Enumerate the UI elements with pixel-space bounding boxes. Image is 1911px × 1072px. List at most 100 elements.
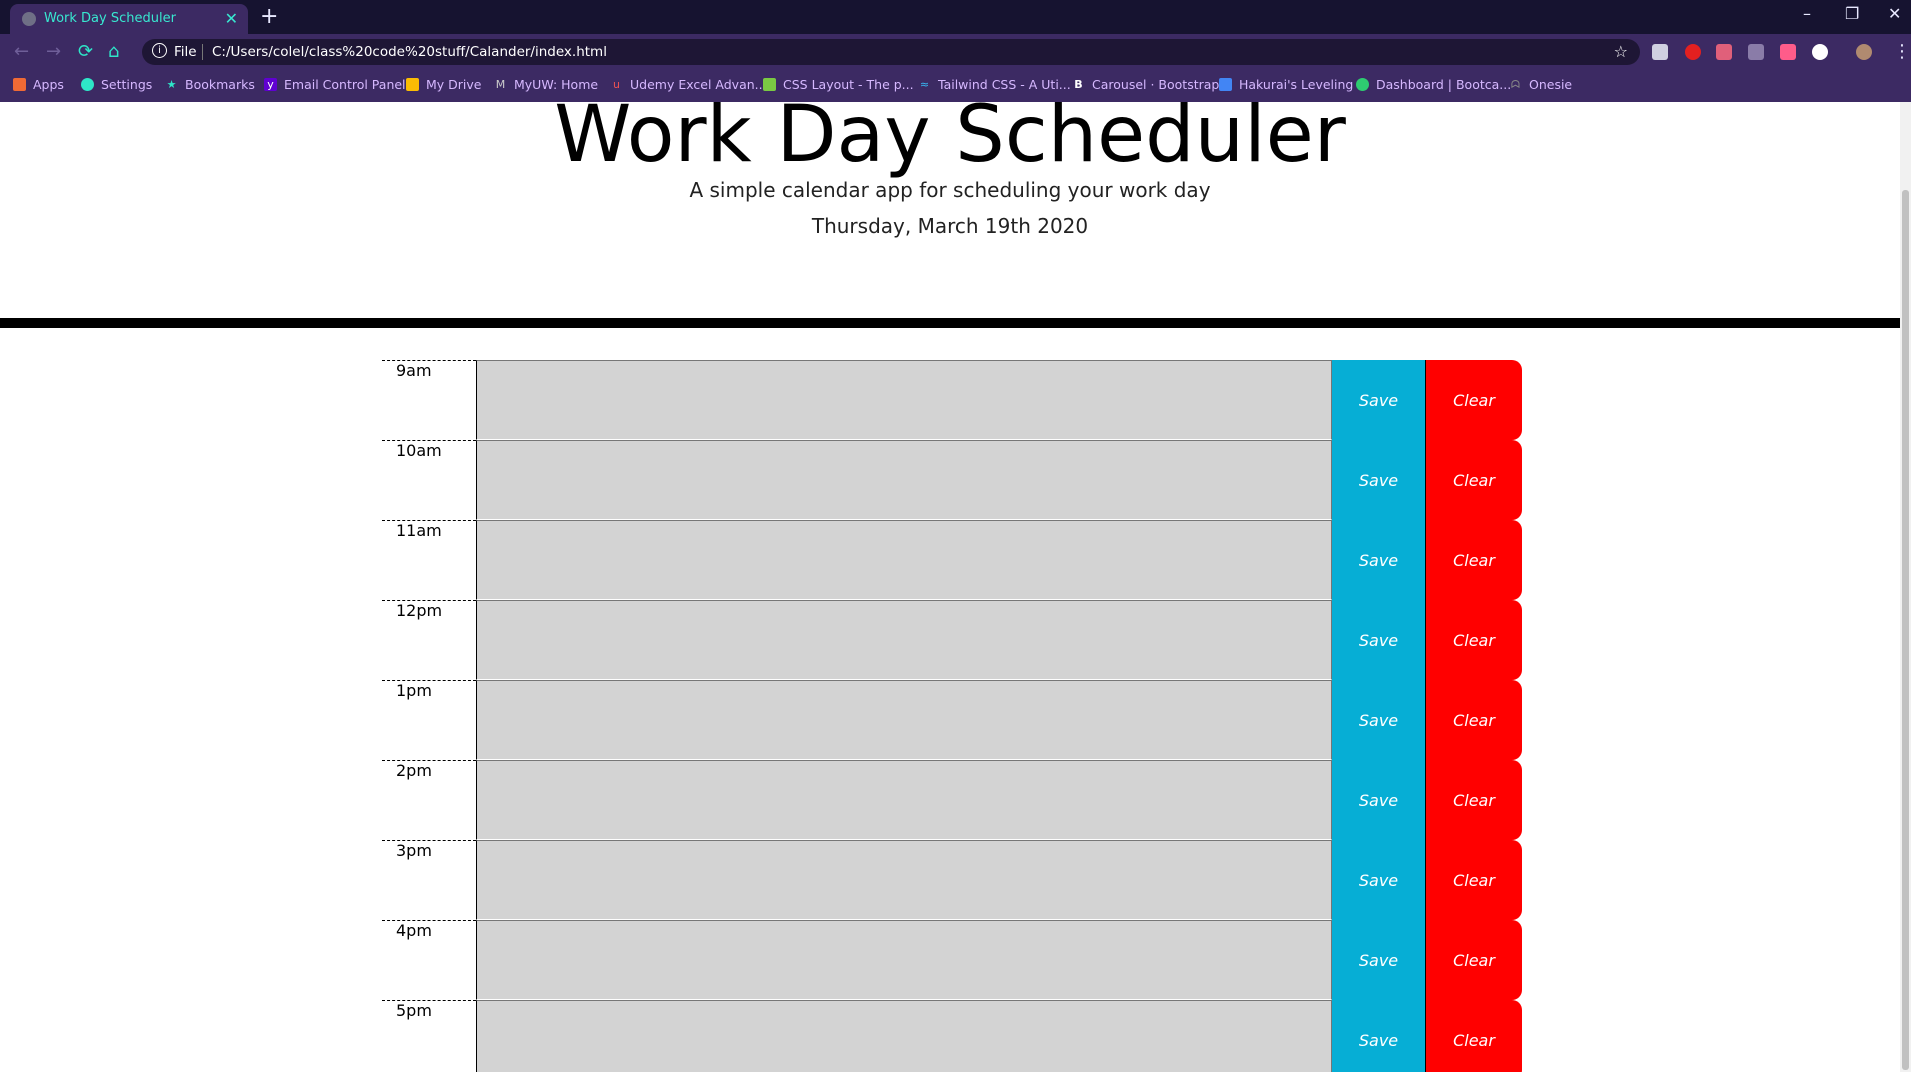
- extension-icon[interactable]: [1652, 44, 1668, 60]
- udemy-icon: u: [613, 78, 620, 91]
- forward-icon[interactable]: →: [46, 41, 61, 62]
- clear-button[interactable]: Clear: [1426, 840, 1522, 920]
- save-button[interactable]: Save: [1332, 440, 1426, 520]
- time-block-row: 12pm Save Clear: [382, 600, 1522, 680]
- browser-tab-strip: Work Day Scheduler ✕ + – ❐ ✕: [0, 0, 1911, 34]
- extension-icon[interactable]: [1812, 44, 1828, 60]
- bookmark-css-layout[interactable]: CSS Layout - The p...: [763, 77, 914, 92]
- reload-icon[interactable]: ⟳: [78, 41, 93, 62]
- back-icon[interactable]: ←: [14, 41, 29, 62]
- minimize-button[interactable]: –: [1803, 4, 1811, 23]
- new-tab-button[interactable]: +: [260, 4, 278, 29]
- clear-button[interactable]: Clear: [1426, 680, 1522, 760]
- globe-icon: [22, 12, 36, 26]
- restore-button[interactable]: ❐: [1845, 4, 1859, 23]
- extension-icon[interactable]: [1685, 44, 1701, 60]
- save-button[interactable]: Save: [1332, 360, 1426, 440]
- event-description-input[interactable]: [476, 680, 1332, 760]
- hour-label: 3pm: [382, 840, 476, 920]
- bookmark-apps[interactable]: Apps: [13, 77, 64, 92]
- bookmark-settings[interactable]: Settings: [81, 77, 152, 92]
- tab-title: Work Day Scheduler: [44, 11, 176, 26]
- time-block-row: 10am Save Clear: [382, 440, 1522, 520]
- bookmark-bookmarks[interactable]: ★ Bookmarks: [165, 77, 255, 92]
- clear-button[interactable]: Clear: [1426, 600, 1522, 680]
- info-icon[interactable]: i: [152, 43, 167, 58]
- address-bar[interactable]: i File C:/Users/colel/class%20code%20stu…: [142, 39, 1640, 65]
- clear-button[interactable]: Clear: [1426, 520, 1522, 600]
- event-description-input[interactable]: [476, 840, 1332, 920]
- bookmark-hakurais-leveling[interactable]: Hakurai's Leveling: [1219, 77, 1353, 92]
- bookmark-tailwind[interactable]: ≈ Tailwind CSS - A Uti...: [918, 77, 1071, 92]
- apps-grid-icon: [13, 78, 26, 91]
- scrollbar-thumb[interactable]: [1902, 190, 1909, 1070]
- close-window-button[interactable]: ✕: [1888, 4, 1901, 23]
- bookmark-myuw[interactable]: M MyUW: Home: [494, 77, 598, 92]
- clear-button[interactable]: Clear: [1426, 920, 1522, 1000]
- time-block-row: 11am Save Clear: [382, 520, 1522, 600]
- time-block-row: 9am Save Clear: [382, 360, 1522, 440]
- star-icon: ★: [166, 78, 177, 91]
- url-text[interactable]: C:/Users/colel/class%20code%20stuff/Cala…: [212, 44, 607, 60]
- page-viewport: Work Day Scheduler A simple calendar app…: [0, 102, 1911, 1072]
- pdf-extension-icon[interactable]: [1748, 44, 1764, 60]
- bookmark-carousel-bootstrap[interactable]: B Carousel · Bootstrap: [1072, 77, 1219, 92]
- hour-label: 5pm: [382, 1000, 476, 1072]
- save-button[interactable]: Save: [1332, 520, 1426, 600]
- save-button[interactable]: Save: [1332, 920, 1426, 1000]
- save-button[interactable]: Save: [1332, 840, 1426, 920]
- bookmark-dashboard[interactable]: Dashboard | Bootca...: [1356, 77, 1511, 92]
- gear-icon: [81, 78, 94, 91]
- menu-kebab-icon[interactable]: ⋮: [1893, 41, 1911, 62]
- save-button[interactable]: Save: [1332, 760, 1426, 840]
- page-scrollbar[interactable]: [1900, 102, 1911, 1072]
- browser-toolbar: ← → ⟳ ⌂ i File C:/Users/colel/class%20co…: [0, 34, 1911, 70]
- clear-button[interactable]: Clear: [1426, 1000, 1522, 1072]
- save-button[interactable]: Save: [1332, 600, 1426, 680]
- save-button[interactable]: Save: [1332, 680, 1426, 760]
- hour-label: 11am: [382, 520, 476, 600]
- bookmark-my-drive[interactable]: My Drive: [406, 77, 481, 92]
- bookmark-onesie[interactable]: ᗣ Onesie: [1509, 77, 1572, 92]
- clear-button[interactable]: Clear: [1426, 440, 1522, 520]
- yahoo-icon: y: [264, 78, 277, 91]
- event-description-input[interactable]: [476, 920, 1332, 1000]
- profile-avatar-icon[interactable]: [1856, 44, 1872, 60]
- url-scheme-label: File: [174, 44, 197, 60]
- event-description-input[interactable]: [476, 520, 1332, 600]
- close-tab-icon[interactable]: ✕: [225, 9, 238, 28]
- hour-label: 4pm: [382, 920, 476, 1000]
- dashboard-icon: [1356, 78, 1369, 91]
- browser-tab[interactable]: Work Day Scheduler ✕: [10, 4, 248, 34]
- save-button[interactable]: Save: [1332, 1000, 1426, 1072]
- time-block-row: 3pm Save Clear: [382, 840, 1522, 920]
- event-description-input[interactable]: [476, 760, 1332, 840]
- event-description-input[interactable]: [476, 440, 1332, 520]
- hour-label: 10am: [382, 440, 476, 520]
- time-block-row: 4pm Save Clear: [382, 920, 1522, 1000]
- hour-label: 1pm: [382, 680, 476, 760]
- bookmark-star-icon[interactable]: ☆: [1614, 42, 1628, 61]
- page-subtitle: A simple calendar app for scheduling you…: [689, 178, 1211, 202]
- myuw-icon: M: [495, 78, 506, 91]
- clear-button[interactable]: Clear: [1426, 360, 1522, 440]
- extension-icon[interactable]: [1780, 44, 1796, 60]
- extension-icon[interactable]: [1716, 44, 1732, 60]
- time-block-row: 1pm Save Clear: [382, 680, 1522, 760]
- time-block-row: 5pm Save Clear: [382, 1000, 1522, 1072]
- event-description-input[interactable]: [476, 1000, 1332, 1072]
- time-block-row: 2pm Save Clear: [382, 760, 1522, 840]
- home-icon[interactable]: ⌂: [108, 41, 119, 62]
- onesie-icon: ᗣ: [1510, 78, 1521, 91]
- current-date: Thursday, March 19th 2020: [811, 214, 1089, 238]
- hour-label: 2pm: [382, 760, 476, 840]
- bookmark-email-control-panel[interactable]: y Email Control Panel: [264, 77, 406, 92]
- hour-label: 9am: [382, 360, 476, 440]
- clear-button[interactable]: Clear: [1426, 760, 1522, 840]
- doc-icon: [1219, 78, 1232, 91]
- tailwind-icon: ≈: [919, 78, 930, 91]
- event-description-input[interactable]: [476, 360, 1332, 440]
- page-title: Work Day Scheduler: [554, 102, 1346, 180]
- bookmark-udemy[interactable]: u Udemy Excel Advan...: [610, 77, 767, 92]
- event-description-input[interactable]: [476, 600, 1332, 680]
